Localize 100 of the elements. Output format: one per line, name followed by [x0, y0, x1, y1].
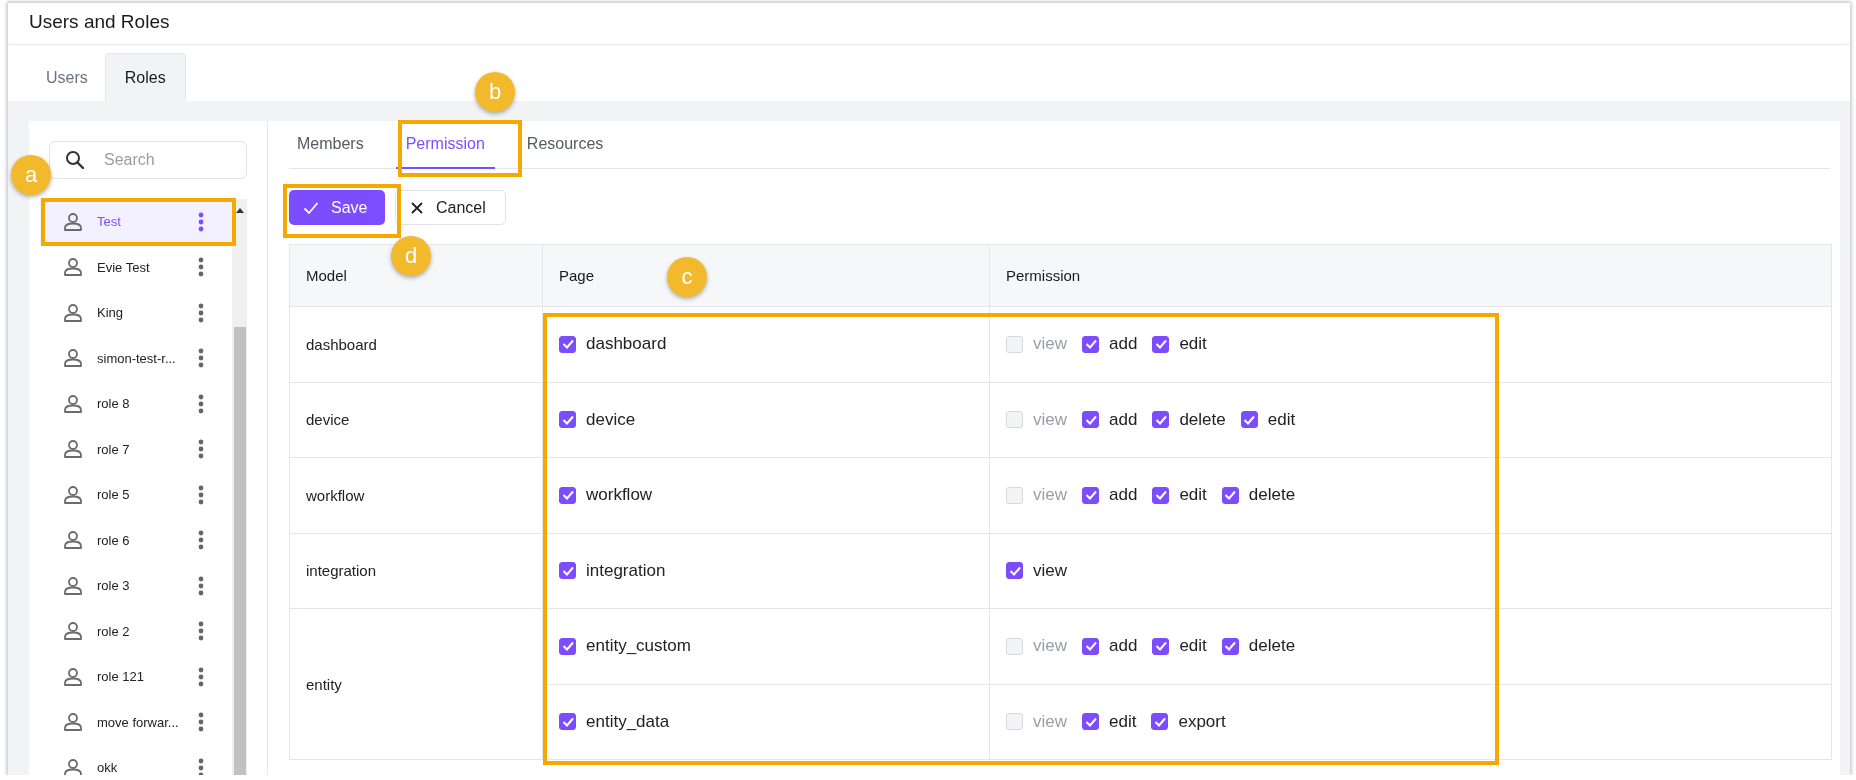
page-name: entity_data	[586, 711, 670, 732]
person-icon	[63, 439, 83, 460]
checkbox[interactable]	[1152, 637, 1170, 655]
more-icon	[198, 393, 204, 414]
person-icon	[63, 393, 83, 414]
person-icon	[63, 530, 83, 551]
model-name: integration	[306, 562, 377, 580]
permission-label: edit	[1267, 409, 1296, 430]
scrollbar-thumb[interactable]	[233, 327, 246, 775]
checkbox[interactable]	[1152, 335, 1170, 353]
role-name: role 121	[97, 669, 145, 685]
role-name: role 6	[97, 532, 131, 548]
checkbox[interactable]	[559, 486, 576, 504]
page-name: dashboard	[586, 334, 667, 355]
tab[interactable]: Resources	[516, 121, 614, 169]
cancel-button[interactable]: Cancel	[395, 190, 506, 225]
more-icon	[198, 257, 204, 278]
permission-label: delete	[1248, 636, 1296, 657]
tab[interactable]: Members	[289, 121, 374, 169]
role-item[interactable]: simon-test-r...	[40, 335, 232, 381]
tab[interactable]: Roles	[104, 53, 186, 101]
role-item[interactable]: role 6	[40, 517, 232, 563]
checkbox[interactable]	[1221, 486, 1239, 504]
callout-badge: b	[475, 72, 515, 112]
permission-label: edit	[1179, 334, 1207, 355]
more-icon	[198, 439, 204, 460]
more-icon	[198, 621, 204, 642]
checkbox[interactable]	[1240, 411, 1258, 429]
role-item[interactable]: role 5	[40, 472, 232, 518]
model-name: entity	[306, 675, 342, 693]
role-item[interactable]: okk	[40, 745, 232, 775]
checkbox[interactable]	[1082, 486, 1099, 504]
permission-label: edit	[1179, 485, 1207, 506]
scrollbar[interactable]	[232, 199, 247, 775]
person-icon	[63, 302, 83, 323]
permission-label: view	[1033, 409, 1067, 430]
person-icon	[63, 348, 83, 369]
checkbox[interactable]	[1082, 335, 1099, 353]
role-item[interactable]: role 2	[40, 608, 232, 654]
permission-label: add	[1109, 636, 1138, 657]
permission-label: add	[1109, 334, 1138, 355]
more-icon	[198, 575, 204, 596]
person-icon	[63, 575, 83, 596]
page-name: entity_custom	[586, 636, 691, 657]
more-icon	[198, 530, 204, 551]
more-icon	[198, 211, 204, 232]
checkbox[interactable]	[559, 335, 576, 353]
person-icon	[63, 257, 83, 278]
role-item[interactable]: role 8	[40, 381, 232, 427]
checkbox[interactable]	[559, 637, 576, 655]
tab[interactable]: Users	[29, 54, 105, 101]
permission-label: delete	[1179, 409, 1226, 430]
person-icon	[63, 211, 83, 232]
more-icon	[198, 302, 204, 323]
role-name: role 5	[97, 487, 131, 503]
more-icon	[198, 757, 204, 775]
role-name: okk	[97, 760, 119, 775]
role-name: role 3	[97, 578, 131, 594]
more-icon	[198, 666, 204, 687]
search-field[interactable]: Search	[49, 141, 247, 179]
model-name: workflow	[306, 486, 365, 504]
role-item[interactable]: role 7	[40, 426, 232, 472]
person-icon	[63, 484, 83, 505]
page-name: workflow	[586, 485, 653, 506]
save-button[interactable]: Save	[289, 190, 385, 225]
close-icon	[410, 200, 424, 215]
checkbox[interactable]	[559, 713, 576, 731]
role-item[interactable]: move forwar...	[40, 699, 232, 745]
column-header: Permission	[1006, 267, 1081, 284]
permission-label: delete	[1248, 485, 1296, 506]
role-item[interactable]: King	[40, 290, 232, 336]
tab[interactable]: Permission	[395, 121, 495, 169]
more-icon	[198, 348, 204, 369]
checkbox[interactable]	[1152, 486, 1170, 504]
role-item[interactable]: Evie Test	[40, 244, 232, 290]
role-name: role 2	[97, 623, 131, 639]
checkbox[interactable]	[1151, 713, 1169, 731]
checkbox[interactable]	[1221, 637, 1239, 655]
checkbox[interactable]	[1152, 411, 1170, 429]
role-item[interactable]: role 3	[40, 563, 232, 609]
role-name: move forwar...	[97, 714, 180, 730]
role-name: simon-test-r...	[97, 350, 177, 366]
role-name: Evie Test	[97, 259, 151, 275]
role-item[interactable]: role 121	[40, 654, 232, 700]
checkbox[interactable]	[1082, 411, 1099, 429]
person-icon	[63, 621, 83, 642]
checkbox[interactable]	[1082, 637, 1099, 655]
checkbox[interactable]	[1006, 562, 1023, 580]
permission-label: add	[1109, 485, 1138, 506]
page-name: integration	[586, 560, 666, 581]
person-icon	[63, 757, 83, 775]
person-icon	[63, 666, 83, 687]
more-icon	[198, 484, 204, 505]
role-name: Test	[97, 214, 122, 230]
checkbox[interactable]	[559, 411, 576, 429]
permission-label: edit	[1109, 711, 1137, 732]
permission-label: view	[1033, 485, 1067, 506]
permission-label: export	[1178, 711, 1226, 732]
checkbox[interactable]	[559, 562, 576, 580]
checkbox[interactable]	[1082, 713, 1099, 731]
